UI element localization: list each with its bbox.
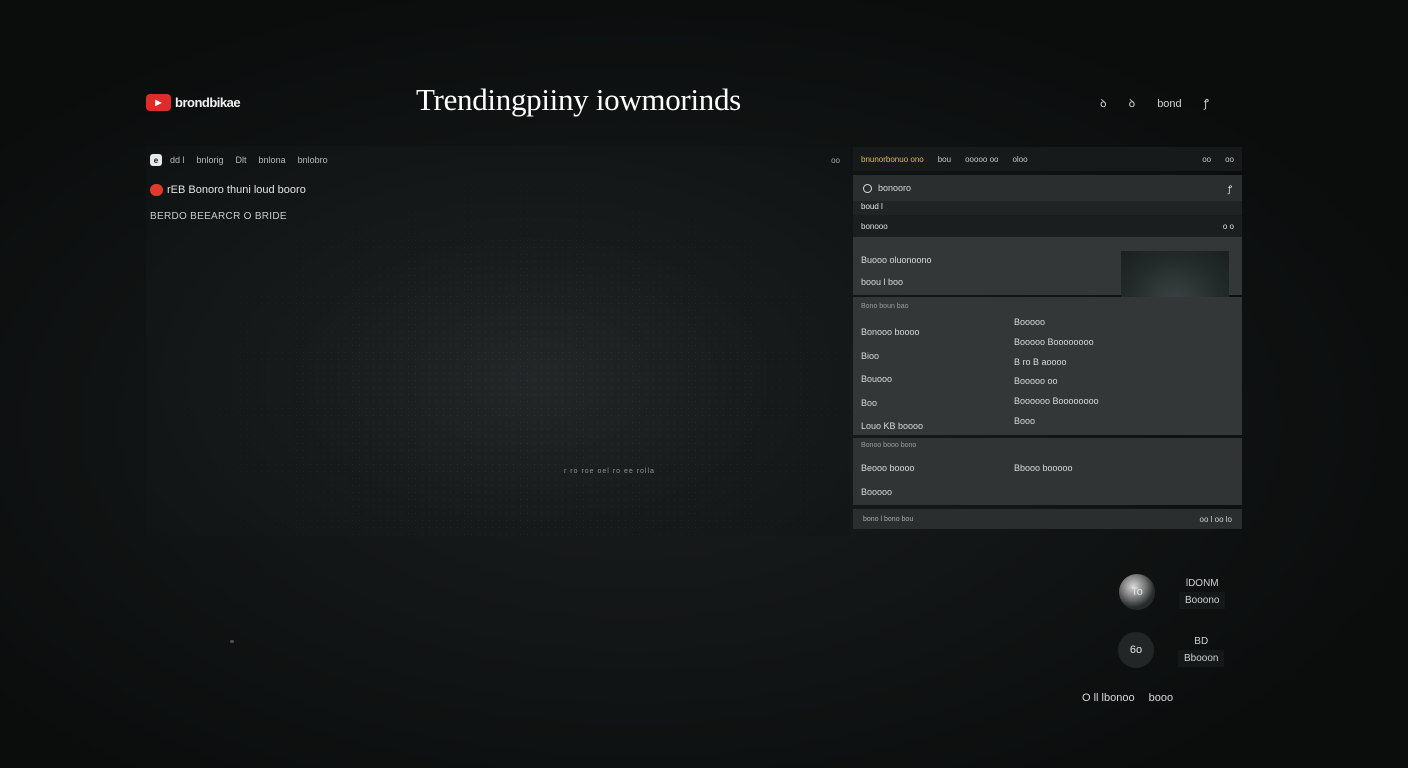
video-caption: r ro roe oel ro ee rolla [564,468,655,475]
stats-values: Booooo Booooo Boooooooo B ro B aoooo Boo… [1014,317,1099,436]
panel-tab-5[interactable]: oo [1202,155,1211,164]
search-input[interactable]: bonooro [878,183,911,193]
info-value: Bbooo booooo [1014,463,1073,473]
bottom-link-1[interactable]: O ll lbonoo [1082,692,1135,704]
stat-value: Booooo Boooooooo [1014,336,1094,347]
page-title: Trendingpiiny iowmorinds [416,82,741,117]
section-controls[interactable]: o o [1223,222,1234,231]
stat-value: Booo [1014,415,1036,426]
play-logo-icon: ▶ [146,94,171,111]
channel-subtitle: Booono [1179,592,1226,609]
video-title-text: rEB Bonoro thuni loud booro [167,184,306,196]
panel-tab-2[interactable]: bou [938,155,951,164]
panel-subheader: boud l [853,201,1242,215]
video-frame [146,146,850,536]
search-icon [863,183,872,193]
channel-labels: BD Bbooon [1178,633,1225,667]
panel-tab-active[interactable]: bnunorbonuo ono [861,155,924,164]
video-title: rEB Bonoro thuni loud booro [150,184,306,196]
stat-value: Booooo [1014,317,1046,327]
channel-name: BD [1194,636,1209,647]
live-icon [150,184,163,196]
info-extra: Booooo [861,487,893,497]
avatar[interactable]: To [1119,574,1155,610]
info-section: Bonoo booo bono Beooo boooo Bbooo booooo… [853,438,1242,505]
player-tab-4[interactable]: bnlona [259,155,286,165]
filter-icon[interactable]: ꝭ [1228,182,1232,195]
channel-subtitle: Bbooon [1178,650,1225,667]
panel-tab-3[interactable]: ooooo oo [965,155,998,164]
bottom-link-2[interactable]: booo [1149,692,1173,704]
pagination-controls[interactable]: oo l oo lo [1200,515,1232,524]
channel-icon[interactable]: e [150,154,162,166]
stats-grid: Bono boun bao Bonooo boooo Bioo Bouooo B… [853,297,1242,435]
player-tab-2[interactable]: bnlorig [197,155,224,165]
brand-logo[interactable]: ▶ brondbikae [146,94,241,111]
bottom-links: O ll lbonoo booo [1082,692,1173,704]
section-label: bonooo [861,221,888,231]
panel-footer: bono l bono bou oo l oo lo [853,509,1242,529]
stats-caption: Bono boun bao [861,303,909,310]
player-tab-5[interactable]: bnlobro [298,155,328,165]
stat-label: Bioo [861,350,880,361]
panel-tab-6[interactable]: oo [1225,155,1234,164]
channel-row-2[interactable]: 6o BD Bbooon [1118,632,1225,668]
panel-search[interactable]: bonooro ꝭ [853,175,1242,201]
panel-section-bar: bonooo o o [853,215,1242,237]
stat-label: Boo [861,397,878,408]
video-meta: BERDO BEEARCR O BRIDE [150,211,287,222]
stat-value: B ro B aoooo [1014,356,1067,367]
video-player[interactable]: e dd l bnlorig Dlt bnlona bnlobro oo rEB… [146,146,850,643]
top-action-2[interactable]: ꝺ [1129,96,1136,111]
channel-row-1[interactable]: To lDONM Booono [1119,574,1226,610]
info-label: Beooo boooo [861,463,915,473]
player-controls[interactable]: oo [831,156,840,165]
panel-tab-4[interactable]: oloo [1012,155,1027,164]
footer-label: bono l bono bou [863,515,914,523]
top-actions: ꝺ ꝺ bond ꝭ [1100,96,1209,111]
stat-label: Bonooo boooo [861,327,920,337]
info-caption: Bonoo booo bono [861,442,917,449]
top-action-4[interactable]: ꝭ [1204,96,1209,111]
progress-marker[interactable] [230,640,234,643]
stats-labels: Bonooo boooo Bioo Bouooo Boo Louo KB boo… [861,327,923,445]
player-tab-1[interactable]: dd l [170,155,185,165]
channel-labels: lDONM Booono [1179,575,1226,609]
player-toolbar: e dd l bnlorig Dlt bnlona bnlobro oo [150,154,840,166]
player-tab-3[interactable]: Dlt [236,155,247,165]
channel-name: lDONM [1185,578,1219,589]
details-panel: bnunorbonuo ono bou ooooo oo oloo oo oo … [853,147,1242,529]
top-action-3[interactable]: bond [1157,98,1181,110]
stat-value: Booooo oo [1014,376,1058,387]
top-action-1[interactable]: ꝺ [1100,96,1107,111]
avatar[interactable]: 6o [1118,632,1154,668]
brand-name: brondbikae [175,95,241,110]
stat-value: Boooooo Boooooooo [1014,396,1099,407]
panel-header: bnunorbonuo ono bou ooooo oo oloo oo oo [853,147,1242,171]
stat-label: Bouooo [861,374,893,384]
